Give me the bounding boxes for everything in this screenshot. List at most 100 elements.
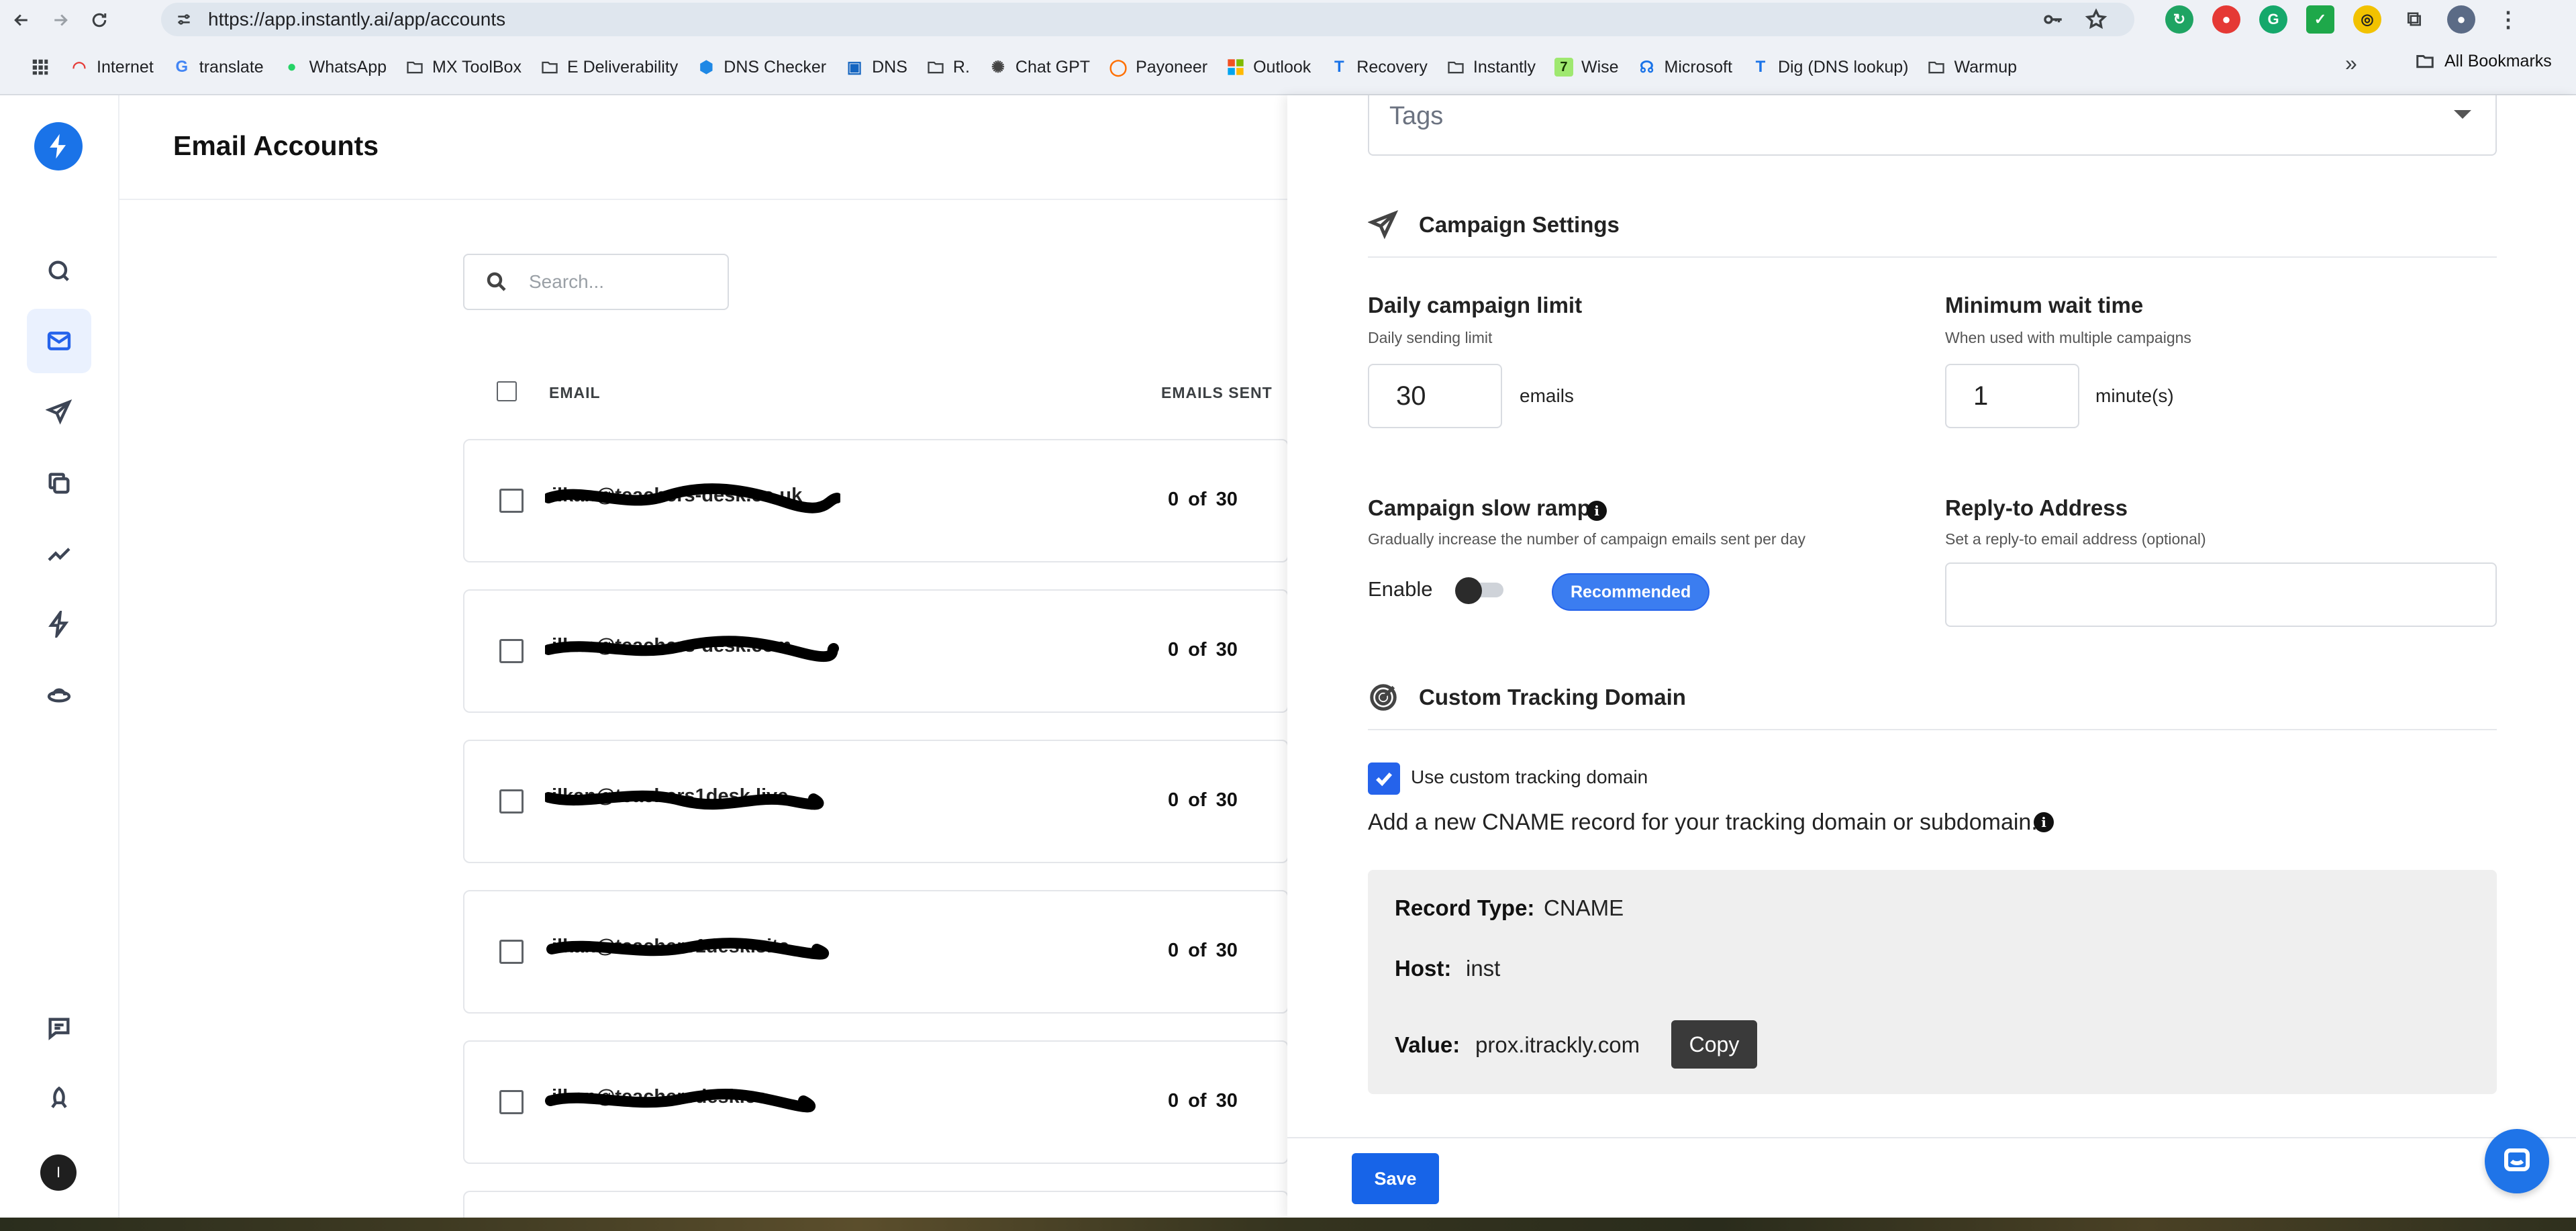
copy-button[interactable]: Copy — [1671, 1020, 1757, 1069]
redaction-scribble — [545, 1089, 816, 1113]
table-row[interactable]: ilkan@teachersdesk.co 0 of 30 — [463, 1040, 1289, 1164]
reload-button[interactable] — [82, 3, 117, 38]
sidebar-item-leads[interactable] — [27, 663, 91, 728]
profile-avatar-icon[interactable]: ● — [2447, 5, 2475, 34]
search-icon — [487, 272, 506, 291]
bookmark-chat-gpt[interactable]: ✺ Chat GPT — [979, 50, 1099, 84]
bookmarks-bar: ◠ Internet Gtranslate ● WhatsApp MX ToolBo… — [0, 40, 2576, 95]
address-bar[interactable]: https://app.instantly.ai/app/accounts — [161, 3, 2134, 36]
site-settings-icon[interactable] — [169, 5, 199, 34]
table-row[interactable]: ilkan@teachers1desk.live 0 of 30 — [463, 740, 1289, 863]
min-wait-input[interactable] — [1945, 364, 2079, 428]
bookmark-internet[interactable]: ◠ Internet — [60, 50, 163, 84]
sidebar-item-search[interactable] — [27, 239, 91, 303]
row-checkbox[interactable] — [499, 940, 524, 964]
rocket-icon — [51, 1086, 67, 1108]
daily-limit-input[interactable] — [1368, 364, 1502, 428]
slow-ramp-toggle[interactable] — [1455, 577, 1506, 604]
folder-icon — [2416, 55, 2434, 68]
min-wait-subtitle: When used with multiple campaigns — [1945, 329, 2191, 346]
min-wait-title: Minimum wait time — [1945, 293, 2144, 317]
browser-menu-icon[interactable]: ⋮ — [2494, 5, 2522, 34]
extension-shield-icon[interactable]: ● — [2212, 5, 2240, 34]
record-type-value: CNAME — [1544, 895, 1624, 920]
table-row[interactable]: ilkan@teachers-desk.com 0 of 30 — [463, 589, 1289, 713]
ufo-icon — [47, 688, 71, 703]
bookmark-e-deliverability[interactable]: E Deliverability — [531, 50, 687, 84]
extensions-puzzle-icon[interactable]: ⧉ — [2400, 5, 2428, 34]
chat-icon — [2504, 1148, 2530, 1171]
info-icon[interactable]: i — [2034, 812, 2054, 832]
extension-coin-icon[interactable]: ◎ — [2353, 5, 2381, 34]
search-icon — [48, 260, 69, 281]
bookmark-wise[interactable]: 7 Wise — [1545, 50, 1628, 84]
more-bookmarks-chevron[interactable]: » — [2345, 51, 2357, 76]
extension-grammarly-icon[interactable]: G — [2259, 5, 2287, 34]
column-header-email[interactable]: EMAIL — [549, 384, 601, 402]
sidebar-item-unibox[interactable] — [27, 451, 91, 515]
extension-sync-icon[interactable]: ↻ — [2165, 5, 2193, 34]
custom-tracking-label[interactable]: Use custom tracking domain — [1411, 767, 1648, 788]
bookmark-recovery[interactable]: T Recovery — [1320, 50, 1437, 84]
whatsapp-icon: ● — [287, 58, 297, 76]
bookmark-warmup[interactable]: Warmup — [1918, 50, 2026, 84]
arrow-right-icon — [54, 14, 68, 26]
section-title: Custom Tracking Domain — [1419, 685, 1686, 709]
search-input[interactable] — [529, 271, 703, 293]
table-header: EMAIL EMAILS SENT — [463, 377, 1289, 411]
row-checkbox[interactable] — [499, 639, 524, 663]
reply-to-input[interactable] — [1945, 562, 2497, 627]
key-icon[interactable] — [2042, 8, 2065, 31]
column-header-emails-sent[interactable]: EMAILS SENT — [1161, 384, 1273, 402]
select-all-checkbox[interactable] — [497, 381, 517, 401]
info-icon[interactable]: i — [1587, 501, 1607, 521]
instantly-logo[interactable] — [34, 122, 83, 170]
apps-grid-icon[interactable] — [20, 47, 60, 87]
row-checkbox[interactable] — [499, 1090, 524, 1114]
url-text[interactable]: https://app.instantly.ai/app/accounts — [208, 9, 505, 30]
tracking-domain-header: Custom Tracking Domain — [1368, 666, 2497, 730]
tags-select[interactable]: Tags — [1368, 95, 2497, 156]
bookmark-dig[interactable]: T Dig (DNS lookup) — [1742, 50, 1918, 84]
bookmark-dns-checker[interactable]: ⬢ DNS Checker — [687, 50, 836, 84]
search-field[interactable] — [463, 254, 729, 310]
back-button[interactable] — [4, 3, 39, 38]
sidebar-item-feedback[interactable] — [27, 996, 91, 1061]
user-avatar[interactable]: I — [40, 1154, 77, 1191]
sidebar-item-email-accounts[interactable] — [27, 309, 91, 373]
bookmark-translate[interactable]: Gtranslate — [163, 50, 273, 84]
bookmark-whatsapp[interactable]: ● WhatsApp — [273, 50, 396, 84]
sidebar-item-automations[interactable] — [27, 592, 91, 656]
sidebar-item-campaigns[interactable] — [27, 380, 91, 444]
dns-icon: ▣ — [846, 58, 862, 77]
sidebar-item-launch[interactable] — [27, 1067, 91, 1132]
google-icon: G — [175, 58, 189, 76]
folder-icon — [1927, 58, 1946, 77]
browser-toolbar: https://app.instantly.ai/app/accounts ↻ … — [0, 0, 2576, 40]
bookmark-instantly[interactable]: Instantly — [1437, 50, 1545, 84]
forward-button[interactable] — [43, 3, 78, 38]
folder-icon — [405, 58, 424, 77]
custom-tracking-checkbox[interactable] — [1368, 762, 1400, 795]
bookmark-mx-toolbox[interactable]: MX ToolBox — [396, 50, 531, 84]
folder-icon — [926, 58, 945, 77]
table-row[interactable]: ilkan@teachers-desk.co.uk 0 of 30 — [463, 439, 1289, 562]
save-button[interactable]: Save — [1352, 1153, 1439, 1204]
bookmark-payoneer[interactable]: ◯ Payoneer — [1099, 50, 1217, 84]
table-row[interactable]: ilkan@teachers1desk.site 0 of 30 — [463, 890, 1289, 1014]
sidebar-item-analytics[interactable] — [27, 522, 91, 587]
row-checkbox[interactable] — [499, 489, 524, 513]
bookmark-r[interactable]: R. — [917, 50, 979, 84]
star-icon[interactable] — [2085, 8, 2108, 31]
redaction-scribble — [545, 483, 840, 513]
t-icon: T — [1755, 58, 1766, 76]
support-chat-button[interactable] — [2485, 1129, 2549, 1193]
row-checkbox[interactable] — [499, 789, 524, 814]
extension-check-icon[interactable]: ✓ — [2306, 5, 2334, 34]
redaction-scribble — [545, 790, 824, 810]
bookmark-dns[interactable]: ▣ DNS — [836, 50, 917, 84]
bookmark-microsoft[interactable]: ☊ Microsoft — [1628, 50, 1742, 84]
all-bookmarks-button[interactable]: All Bookmarks — [2415, 51, 2552, 71]
emails-sent-count: 0 of 30 — [1168, 940, 1238, 961]
bookmark-outlook[interactable]: Outlook — [1217, 50, 1320, 84]
